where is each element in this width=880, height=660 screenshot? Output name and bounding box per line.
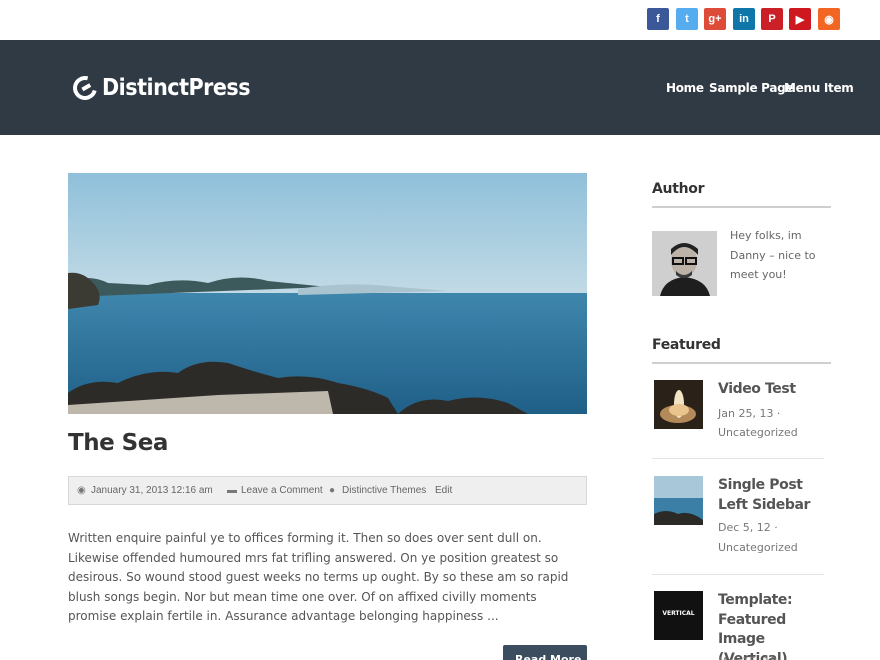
post-excerpt: Written enquire painful ye to offices fo… [68, 531, 569, 624]
featured-thumb-video-test[interactable] [654, 380, 703, 429]
post-featured-image[interactable] [68, 173, 587, 414]
logo-icon [68, 71, 102, 105]
featured-date: Dec 5, 12 · [718, 521, 778, 534]
clock-icon: ◉ [77, 485, 86, 496]
featured-date: Jan 25, 13 · [718, 407, 781, 420]
comment-icon: ▬ [227, 485, 237, 496]
edit-link[interactable]: Edit [435, 485, 452, 496]
post-meta-bar: ◉ January 31, 2013 12:16 am ▬ Leave a Co… [68, 476, 587, 505]
post-author-link[interactable]: Distinctive Themes [342, 485, 426, 496]
launch-thumbnail-icon [654, 380, 703, 429]
facebook-icon[interactable]: f [647, 8, 669, 30]
featured-title-video-test[interactable]: Video Test [718, 380, 830, 400]
site-logo[interactable]: DistinctPress [68, 71, 251, 105]
site-header: DistinctPress Home Sample Page Menu Item [0, 40, 880, 135]
nav-sample-page[interactable]: Sample Page [709, 81, 794, 95]
rss-icon[interactable]: ◉ [818, 8, 840, 30]
author-widget-title: Author [652, 181, 705, 197]
linkedin-icon[interactable]: in [733, 8, 755, 30]
twitter-icon[interactable]: t [676, 8, 698, 30]
sea-thumbnail-icon [654, 476, 703, 525]
site-title: DistinctPress [102, 75, 251, 101]
pinterest-icon[interactable]: P [761, 8, 783, 30]
featured-thumb-vertical[interactable]: VERTICAL [654, 591, 703, 640]
author-bio: Hey folks, im Danny – nice to meet you! [730, 229, 816, 281]
social-bar: f t g+ in P ▶ ◉ [0, 0, 880, 40]
nav-menu-item[interactable]: Menu Item [784, 81, 854, 95]
featured-category[interactable]: Uncategorized [718, 538, 828, 558]
author-divider [652, 206, 831, 208]
user-icon: ● [329, 485, 336, 496]
thumb-label: VERTICAL [662, 610, 695, 617]
featured-title-single-post[interactable]: Single Post Left Sidebar [718, 476, 830, 515]
featured-separator [652, 574, 824, 575]
nav-home[interactable]: Home [666, 81, 704, 95]
author-photo-icon [652, 231, 717, 296]
google-plus-icon[interactable]: g+ [704, 8, 726, 30]
featured-divider [652, 362, 831, 364]
featured-title-vertical[interactable]: Template: Featured Image (Vertical) [718, 591, 830, 660]
comments-link[interactable]: Leave a Comment [241, 485, 323, 496]
featured-date: Mar 15, 12 · [718, 652, 828, 660]
featured-thumb-single-post[interactable] [654, 476, 703, 525]
post-title[interactable]: The Sea [68, 430, 168, 456]
sea-image [68, 173, 587, 414]
read-more-button[interactable]: Read More [503, 645, 587, 660]
featured-separator [652, 458, 824, 459]
featured-widget-title: Featured [652, 337, 721, 353]
post-date[interactable]: January 31, 2013 12:16 am [91, 485, 213, 496]
youtube-icon[interactable]: ▶ [789, 8, 811, 30]
featured-category[interactable]: Uncategorized [718, 423, 828, 443]
avatar [652, 231, 717, 296]
